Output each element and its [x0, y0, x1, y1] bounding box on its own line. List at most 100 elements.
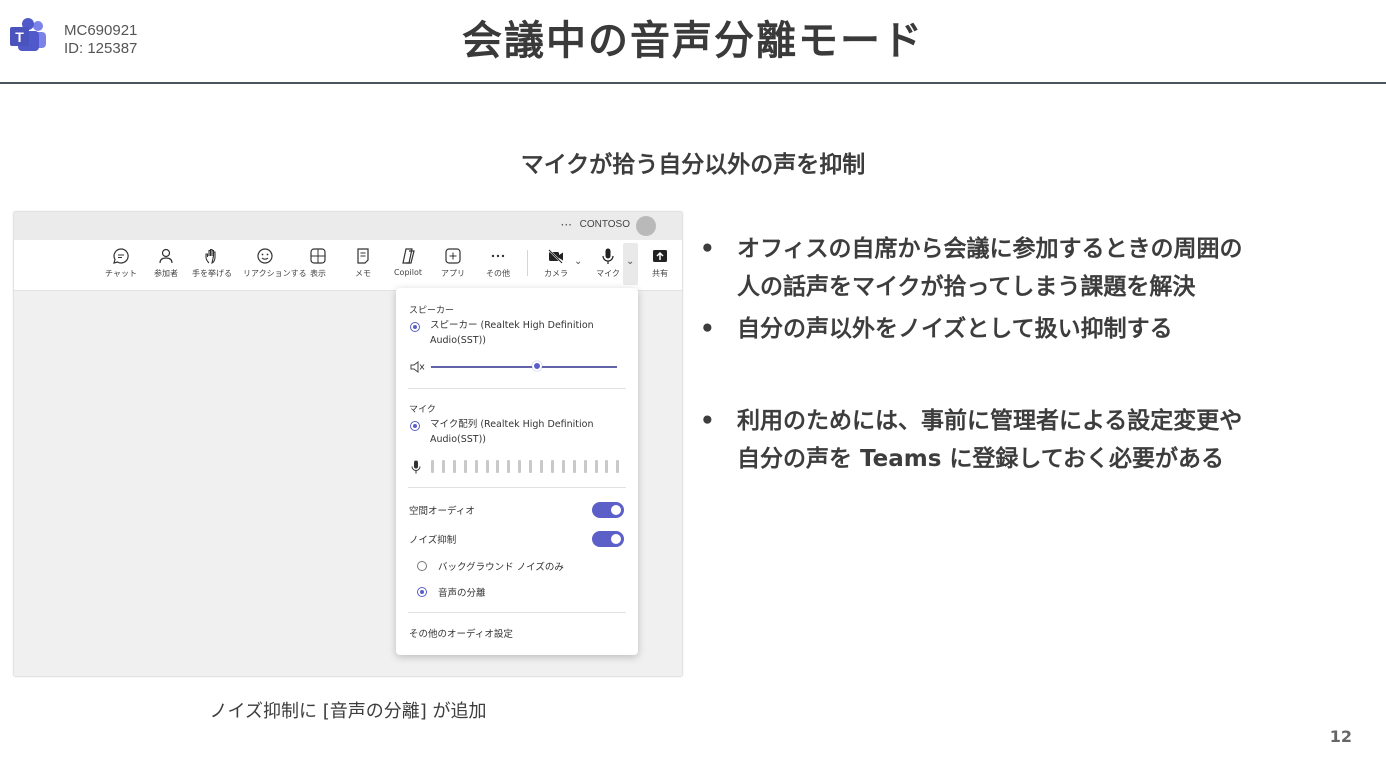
- reaction-label: リアクションする: [243, 269, 307, 278]
- mic-level-bar: [605, 460, 609, 473]
- mic-level-bar: [583, 460, 587, 473]
- mic-level-bar: [463, 460, 467, 473]
- reaction-icon: [257, 248, 273, 264]
- apps-label: アプリ: [441, 269, 465, 278]
- mic-level-bar: [518, 460, 522, 473]
- mic-device-radio[interactable]: [410, 421, 420, 431]
- raise-hand-icon: [205, 248, 216, 265]
- mic-device-name-cont: Audio(SST)): [430, 434, 486, 445]
- page-title: 会議中の音声分離モード: [462, 18, 924, 64]
- camera-label: カメラ: [544, 269, 568, 278]
- raise-hand-button[interactable]: 手を挙げる: [190, 247, 234, 279]
- mic-level-bar: [594, 460, 598, 473]
- titlebar-more-icon[interactable]: ···: [561, 218, 572, 232]
- screenshot-caption: ノイズ抑制に [音声の分離] が追加: [209, 701, 487, 722]
- speaker-device-name: スピーカー (Realtek High Definition: [430, 320, 594, 331]
- avatar[interactable]: [636, 216, 656, 236]
- copilot-label: Copilot: [393, 268, 423, 277]
- bullet-dot: •: [700, 236, 715, 262]
- mic-level-bar: [561, 460, 565, 473]
- mic-level-bar: [529, 460, 533, 473]
- bullet-dot: •: [700, 316, 715, 342]
- apps-icon: [445, 248, 461, 264]
- people-icon: [159, 248, 173, 264]
- camera-off-icon: [548, 249, 563, 264]
- mic-level-bar: [431, 460, 434, 473]
- page-number: 12: [1329, 727, 1352, 746]
- notes-icon: [357, 248, 369, 264]
- notes-label: メモ: [355, 269, 371, 278]
- more-button[interactable]: その他: [476, 247, 520, 279]
- mic-level-bar: [550, 460, 554, 473]
- raise-hand-label: 手を挙げる: [192, 269, 232, 278]
- mic-heading: マイク: [409, 405, 436, 415]
- mic-icon: [602, 248, 614, 264]
- audio-settings-flyout: スピーカー スピーカー (Realtek High Definition Aud…: [396, 288, 638, 655]
- voice-isolation-option[interactable]: 音声の分離: [438, 585, 486, 599]
- toolbar-separator: [527, 250, 528, 276]
- chat-label: チャット: [105, 269, 137, 278]
- bullet-text-cont: 自分の声を Teams に登録しておく必要がある: [737, 446, 1225, 472]
- mic-level-bar: [507, 460, 511, 473]
- more-icon: [491, 254, 505, 258]
- mic-button[interactable]: マイク: [586, 247, 630, 279]
- speaker-device[interactable]: スピーカー (Realtek High Definition Audio(SST…: [430, 318, 630, 348]
- background-noise-radio[interactable]: [417, 561, 427, 571]
- speaker-device-name-cont: Audio(SST)): [430, 335, 486, 346]
- reaction-button[interactable]: リアクションする: [243, 247, 307, 279]
- mic-device[interactable]: マイク配列 (Realtek High Definition Audio(SST…: [430, 417, 630, 447]
- noise-suppression-toggle[interactable]: [592, 531, 624, 547]
- mic-level-bar: [496, 460, 500, 473]
- slide-subtitle: マイクが拾う自分以外の声を抑制: [520, 152, 866, 178]
- bullet-item: • オフィスの自席から会議に参加するときの周囲の 人の話声をマイクが拾ってしまう…: [700, 230, 1340, 306]
- mic-level-bar: [540, 460, 543, 473]
- speaker-volume-thumb[interactable]: [532, 361, 543, 371]
- participants-button[interactable]: 参加者: [144, 247, 188, 279]
- background-noise-option[interactable]: バックグラウンド ノイズのみ: [438, 559, 564, 573]
- mic-level-bar: [485, 460, 489, 473]
- chat-button[interactable]: チャット: [99, 247, 143, 279]
- mic-level-bar: [572, 460, 576, 473]
- section-divider: [408, 487, 626, 488]
- camera-options-chevron-icon[interactable]: ⌄: [574, 256, 582, 267]
- bullet-item: • 自分の声以外をノイズとして扱い抑制する: [700, 310, 1340, 348]
- mic-device-name: マイク配列 (Realtek High Definition: [430, 419, 594, 430]
- header-divider: [0, 82, 1386, 84]
- mic-level-bar: [474, 460, 478, 473]
- section-divider: [408, 612, 626, 613]
- speaker-radio[interactable]: [410, 322, 420, 332]
- view-button[interactable]: 表示: [296, 247, 340, 279]
- more-label: その他: [486, 269, 510, 278]
- apps-button[interactable]: アプリ: [431, 247, 475, 279]
- mic-level-bar: [616, 460, 620, 473]
- notes-button[interactable]: メモ: [341, 247, 385, 279]
- bullet-item: • 利用のためには、事前に管理者による設定変更や 自分の声を Teams に登録…: [700, 402, 1340, 478]
- share-icon: [653, 250, 667, 262]
- mic-level-bar: [441, 460, 445, 473]
- share-label: 共有: [652, 269, 668, 278]
- bullet-text: 利用のためには、事前に管理者による設定変更や: [737, 408, 1243, 434]
- mic-options-chevron-icon[interactable]: ⌄: [626, 256, 634, 267]
- section-divider: [408, 388, 626, 389]
- mic-label: マイク: [596, 269, 620, 278]
- speaker-heading: スピーカー: [409, 306, 455, 316]
- meeting-toolbar: チャット 参加者 手を挙げる リアクションする 表示 メモ Copilot アプ…: [14, 240, 682, 291]
- more-audio-settings-link[interactable]: その他のオーディオ設定: [409, 626, 513, 640]
- camera-button[interactable]: カメラ: [534, 247, 578, 279]
- participants-label: 参加者: [154, 269, 178, 278]
- teams-meeting-screenshot: ··· CONTOSO チャット 参加者 手を挙げる リアクションする 表示 メ…: [14, 212, 682, 676]
- speaker-volume-slider[interactable]: [431, 366, 617, 368]
- copilot-button[interactable]: Copilot: [386, 247, 430, 277]
- noise-suppression-label: ノイズ抑制: [409, 535, 457, 546]
- share-button[interactable]: 共有: [638, 247, 682, 279]
- view-icon: [310, 248, 326, 264]
- chat-icon: [113, 248, 129, 264]
- org-name: CONTOSO: [579, 219, 630, 230]
- view-label: 表示: [310, 269, 326, 278]
- speaker-mute-icon[interactable]: [409, 359, 425, 378]
- mic-level-bar: [452, 460, 456, 473]
- spatial-audio-label: 空間オーディオ: [409, 506, 475, 517]
- mic-level-icon: [411, 459, 421, 478]
- voice-isolation-radio[interactable]: [417, 587, 427, 597]
- spatial-audio-toggle[interactable]: [592, 502, 624, 518]
